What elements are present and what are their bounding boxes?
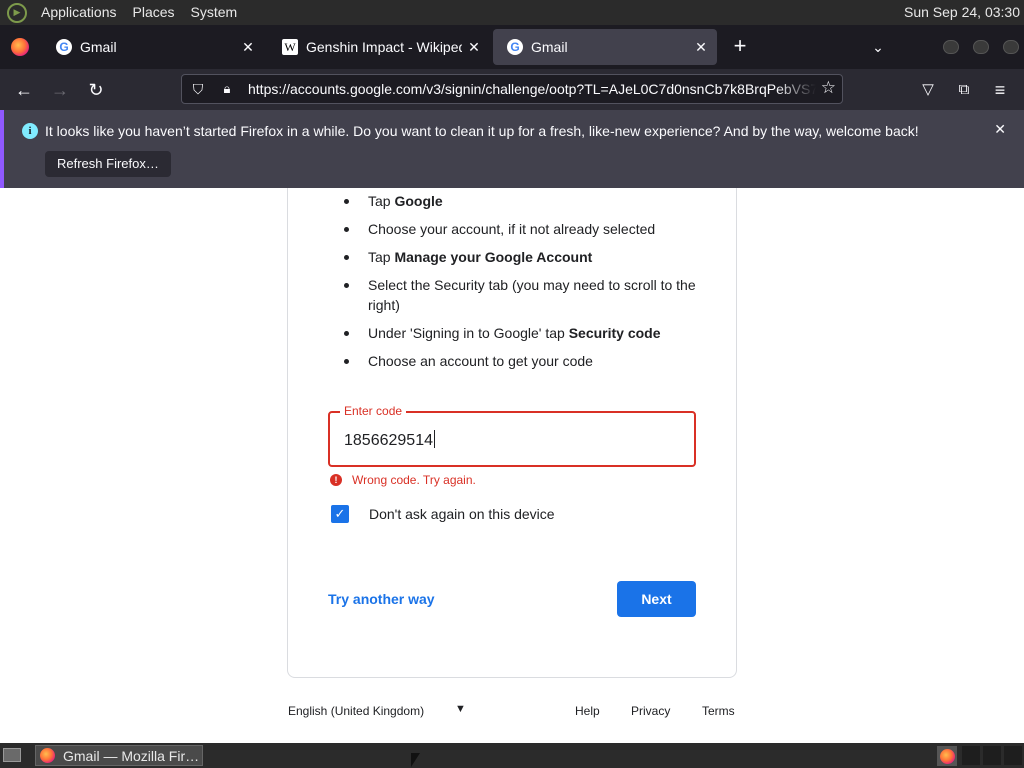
tab-title: Genshin Impact - Wikipedia bbox=[306, 39, 462, 55]
close-notification-icon[interactable]: ✕ bbox=[994, 121, 1006, 138]
firefox-logo-icon bbox=[939, 748, 955, 764]
signin-card: Tap Google Choose your account, if it no… bbox=[287, 188, 737, 678]
list-item: Under 'Signing in to Google' tap Securit… bbox=[344, 323, 708, 343]
workspace-1[interactable] bbox=[962, 746, 980, 765]
language-selector[interactable]: English (United Kingdom) bbox=[288, 704, 424, 718]
system-menu[interactable]: System bbox=[183, 0, 246, 25]
text-caret bbox=[433, 430, 435, 448]
remember-device-checkbox[interactable]: ✓ Don't ask again on this device bbox=[331, 505, 555, 523]
taskbar-item-label: Gmail — Mozilla Fir… bbox=[63, 747, 200, 764]
tab-gmail-active[interactable]: G Gmail ✕ bbox=[493, 29, 717, 65]
tray-firefox-icon[interactable] bbox=[937, 746, 957, 766]
close-tab-icon[interactable]: ✕ bbox=[689, 39, 713, 56]
google-g-icon: G bbox=[56, 39, 72, 55]
url-text[interactable]: https://accounts.google.com/v3/signin/ch… bbox=[248, 81, 816, 97]
error-icon: ! bbox=[330, 474, 342, 486]
places-menu[interactable]: Places bbox=[125, 0, 183, 25]
privacy-link[interactable]: Privacy bbox=[631, 704, 670, 718]
close-window-button[interactable] bbox=[1003, 40, 1019, 54]
refresh-firefox-button[interactable]: Refresh Firefox… bbox=[45, 151, 171, 177]
forward-arrow-icon[interactable]: → bbox=[47, 77, 73, 103]
distro-logo-icon[interactable]: ▶ bbox=[7, 2, 27, 23]
firefox-view-button[interactable] bbox=[0, 25, 40, 69]
tracking-shield-icon[interactable]: ⛉ bbox=[190, 81, 206, 98]
close-tab-icon[interactable]: ✕ bbox=[462, 39, 486, 56]
tab-title: Gmail bbox=[80, 39, 117, 55]
google-g-icon: G bbox=[507, 39, 523, 55]
code-input-value[interactable]: 1856629514 bbox=[344, 432, 433, 449]
help-link[interactable]: Help bbox=[575, 704, 600, 718]
notification-message: It looks like you haven’t started Firefo… bbox=[45, 123, 919, 139]
list-item: Tap Google bbox=[344, 191, 708, 211]
dropdown-arrow-icon[interactable]: ▼ bbox=[455, 703, 466, 715]
footer: English (United Kingdom) ▼ Help Privacy … bbox=[288, 702, 738, 720]
list-item: Choose your account, if it not already s… bbox=[344, 219, 708, 239]
code-input-label: Enter code bbox=[340, 404, 407, 418]
remember-device-label[interactable]: Don't ask again on this device bbox=[369, 506, 555, 522]
extensions-puzzle-icon[interactable]: ⧉ bbox=[951, 77, 977, 103]
list-all-tabs-icon[interactable]: ⌄ bbox=[866, 35, 890, 59]
terms-link[interactable]: Terms bbox=[702, 704, 735, 718]
lock-icon[interactable]: 🔒︎ bbox=[219, 81, 235, 97]
next-button[interactable]: Next bbox=[617, 581, 696, 617]
list-item: Choose an account to get your code bbox=[344, 351, 708, 371]
maximize-window-button[interactable] bbox=[973, 40, 989, 54]
tab-bar: G Gmail ✕ W Genshin Impact - Wikipedia ✕… bbox=[0, 25, 1024, 69]
notification-bar: i It looks like you haven’t started Fire… bbox=[0, 110, 1024, 188]
list-item: Select the Security tab (you may need to… bbox=[344, 275, 708, 315]
tab-wikipedia[interactable]: W Genshin Impact - Wikipedia ✕ bbox=[268, 29, 490, 65]
pocket-icon[interactable]: ▽ bbox=[915, 77, 941, 103]
firefox-logo-icon bbox=[40, 748, 55, 763]
checkmark-icon[interactable]: ✓ bbox=[331, 505, 349, 523]
wikipedia-w-icon: W bbox=[282, 39, 298, 55]
taskbar-item-firefox[interactable]: Gmail — Mozilla Fir… bbox=[35, 745, 203, 766]
reload-icon[interactable]: ↻ bbox=[83, 77, 109, 103]
firefox-logo-icon bbox=[11, 38, 29, 56]
workspace-3[interactable] bbox=[1004, 746, 1022, 765]
info-icon: i bbox=[22, 123, 38, 139]
url-bar[interactable]: ⛉ 🔒︎ https://accounts.google.com/v3/sign… bbox=[181, 74, 843, 104]
code-input[interactable]: Enter code 1856629514 bbox=[328, 404, 696, 467]
bookmark-star-icon[interactable]: ☆ bbox=[821, 78, 836, 98]
close-tab-icon[interactable]: ✕ bbox=[236, 39, 260, 56]
show-desktop-icon[interactable] bbox=[3, 748, 21, 762]
minimize-window-button[interactable] bbox=[943, 40, 959, 54]
back-arrow-icon[interactable]: ← bbox=[11, 77, 37, 103]
tab-gmail-1[interactable]: G Gmail ✕ bbox=[42, 29, 264, 65]
taskbar: Gmail — Mozilla Fir… bbox=[0, 743, 1024, 768]
try-another-way-button[interactable]: Try another way bbox=[328, 591, 435, 607]
applications-menu[interactable]: Applications bbox=[33, 0, 125, 25]
clock[interactable]: Sun Sep 24, 03:30 bbox=[904, 0, 1020, 25]
error-message: ! Wrong code. Try again. bbox=[330, 473, 476, 487]
top-panel: ▶ Applications Places System Sun Sep 24,… bbox=[0, 0, 1024, 25]
page-content: Tap Google Choose your account, if it no… bbox=[0, 188, 1024, 743]
navigation-bar: ← → ↻ ⛉ 🔒︎ https://accounts.google.com/v… bbox=[0, 69, 1024, 110]
tab-title: Gmail bbox=[531, 39, 568, 55]
error-text: Wrong code. Try again. bbox=[352, 473, 476, 487]
workspace-2[interactable] bbox=[983, 746, 1001, 765]
list-item: Tap Manage your Google Account bbox=[344, 247, 708, 267]
hamburger-menu-icon[interactable]: ≡ bbox=[987, 77, 1013, 103]
new-tab-button[interactable]: + bbox=[728, 35, 752, 59]
mouse-pointer-icon bbox=[411, 753, 420, 767]
instructions-list: Tap Google Choose your account, if it no… bbox=[344, 191, 708, 379]
